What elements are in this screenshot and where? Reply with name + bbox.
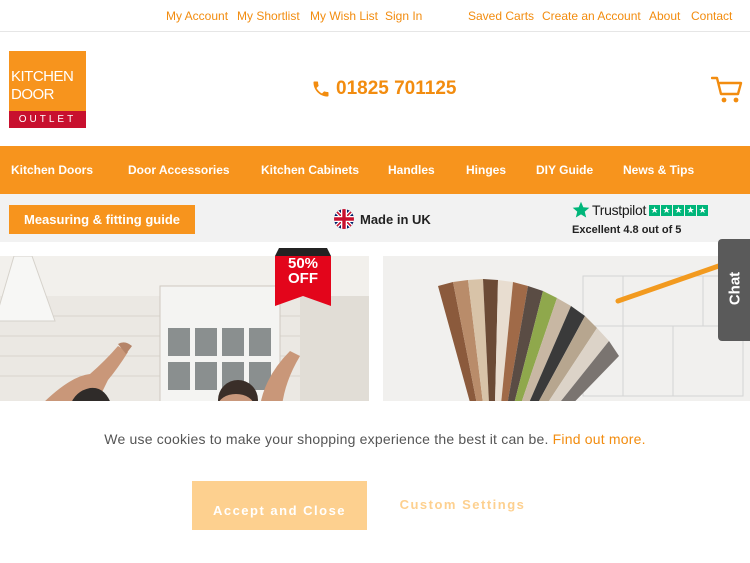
- cookie-message-text: We use cookies to make your shopping exp…: [104, 431, 553, 447]
- my-shortlist-link[interactable]: My Shortlist: [237, 9, 300, 23]
- nav-item-news-tips[interactable]: News & Tips: [623, 163, 694, 177]
- trustpilot-name: Trustpilot: [592, 202, 647, 218]
- chat-button[interactable]: Chat: [718, 239, 750, 341]
- discount-badge-off: OFF: [288, 270, 318, 287]
- my-wish-list-link[interactable]: My Wish List: [310, 9, 378, 23]
- phone-number-text: 01825 701125: [336, 78, 457, 99]
- trustpilot-stars: ★ ★ ★ ★ ★: [649, 204, 709, 216]
- custom-settings-button[interactable]: Custom Settings: [385, 497, 540, 512]
- cart-icon: [710, 76, 743, 103]
- discount-badge: 50% OFF: [275, 256, 331, 286]
- contact-link[interactable]: Contact: [691, 9, 732, 23]
- cookie-consent-banner: We use cookies to make your shopping exp…: [0, 401, 750, 563]
- sign-in-link[interactable]: Sign In: [385, 9, 422, 23]
- trustpilot-widget[interactable]: Trustpilot ★ ★ ★ ★ ★ Excellent 4.8 out o…: [572, 201, 722, 236]
- about-link[interactable]: About: [649, 9, 680, 23]
- star-icon: ★: [673, 204, 685, 216]
- logo-line-2: DOOR: [11, 86, 55, 103]
- create-account-link[interactable]: Create an Account: [542, 9, 641, 23]
- find-out-more-link[interactable]: Find out more.: [553, 431, 646, 447]
- star-icon: ★: [685, 204, 697, 216]
- nav-item-kitchen-doors[interactable]: Kitchen Doors: [11, 163, 93, 177]
- top-utility-bar: My Account My Shortlist My Wish List Sig…: [0, 0, 750, 32]
- saved-carts-link[interactable]: Saved Carts: [468, 9, 534, 23]
- trustpilot-rating: Excellent 4.8 out of 5: [572, 224, 682, 236]
- main-navigation: Kitchen Doors Door Accessories Kitchen C…: [0, 146, 750, 194]
- trustpilot-star-icon: [572, 201, 590, 218]
- cookie-message: We use cookies to make your shopping exp…: [0, 431, 750, 447]
- logo-line-3: OUTLET: [9, 111, 86, 128]
- made-in-uk-badge: Made in UK: [334, 209, 431, 229]
- site-logo[interactable]: KITCHEN DOOR OUTLET: [9, 51, 86, 128]
- uk-flag-icon: [334, 209, 354, 229]
- phone-number[interactable]: 01825 701125: [311, 77, 456, 101]
- site-header: KITCHEN DOOR OUTLET 01825 701125: [0, 32, 750, 146]
- logo-line-1: KITCHEN: [11, 68, 74, 85]
- made-in-uk-label: Made in UK: [360, 211, 431, 227]
- accept-and-close-button[interactable]: Accept and Close: [192, 481, 367, 530]
- star-icon: ★: [661, 204, 673, 216]
- colour-swatches-promo-image[interactable]: [383, 256, 750, 406]
- my-account-link[interactable]: My Account: [166, 9, 228, 23]
- cart-button[interactable]: [710, 75, 743, 110]
- nav-item-door-accessories[interactable]: Door Accessories: [128, 163, 230, 177]
- nav-item-diy-guide[interactable]: DIY Guide: [536, 163, 593, 177]
- nav-item-handles[interactable]: Handles: [388, 163, 435, 177]
- chat-label: Chat: [726, 271, 744, 306]
- phone-icon: [313, 81, 329, 97]
- nav-item-hinges[interactable]: Hinges: [466, 163, 506, 177]
- nav-item-kitchen-cabinets[interactable]: Kitchen Cabinets: [261, 163, 359, 177]
- info-bar: Measuring & fitting guide Made in UK Tru…: [0, 194, 750, 242]
- swatch-fan-illustration: [383, 256, 750, 406]
- star-icon: ★: [697, 204, 709, 216]
- measuring-guide-button[interactable]: Measuring & fitting guide: [9, 205, 195, 234]
- discount-badge-percent: 50%: [287, 255, 319, 272]
- star-icon: ★: [649, 204, 661, 216]
